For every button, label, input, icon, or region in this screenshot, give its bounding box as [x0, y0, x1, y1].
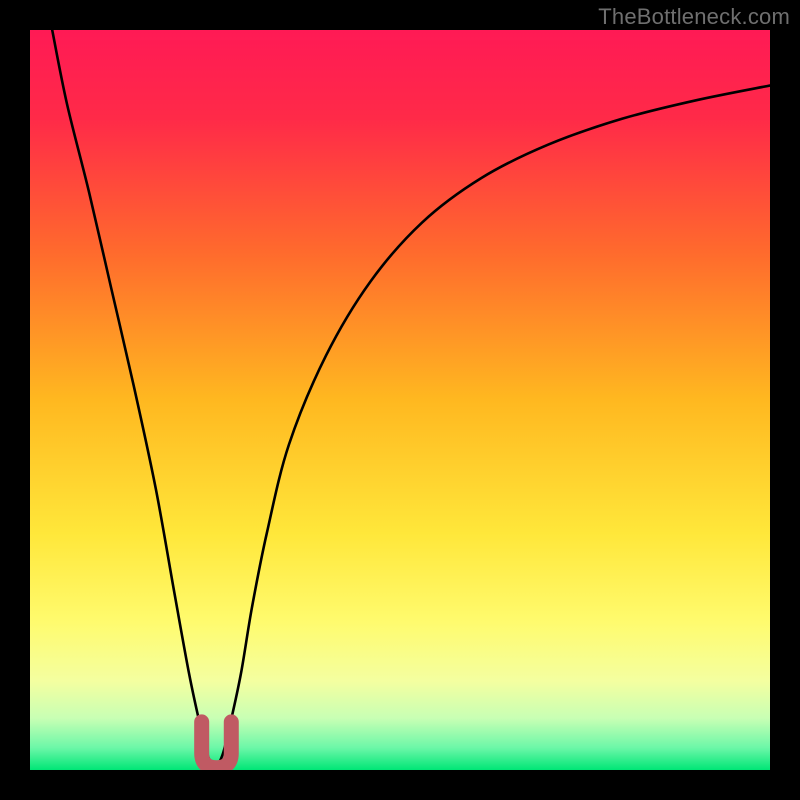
watermark-text: TheBottleneck.com [598, 4, 790, 30]
chart-svg [30, 30, 770, 770]
gradient-background [30, 30, 770, 770]
plot-area [30, 30, 770, 770]
chart-frame: TheBottleneck.com [0, 0, 800, 800]
